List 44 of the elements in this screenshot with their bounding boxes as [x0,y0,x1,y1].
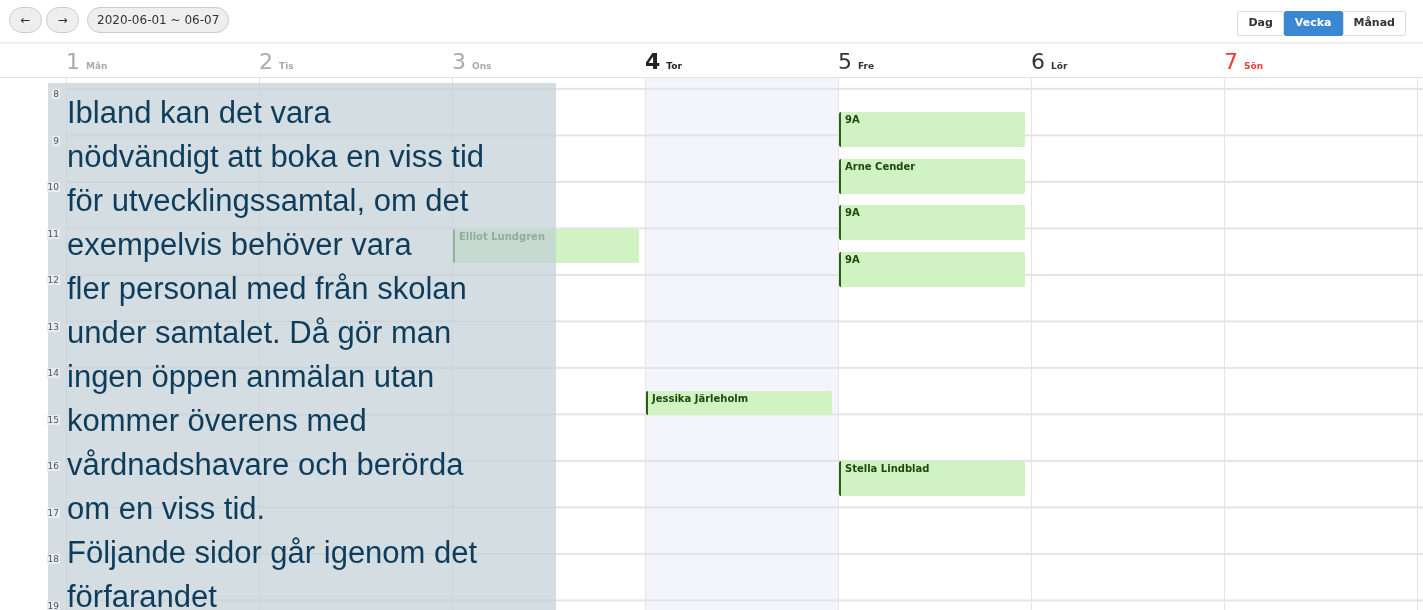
day-number: 5 [838,51,852,73]
day-number: 6 [1031,51,1045,73]
day-number: 7 [1224,51,1238,73]
overlay-text-line: om en viss tid. [67,490,266,528]
view-tab[interactable]: Dag [1237,11,1284,36]
event-block[interactable]: Jessika Järleholm [646,391,832,415]
overlay-text-line: förfarandet [67,578,217,610]
weekday-label: Ons [472,59,492,73]
event-block[interactable]: 9A [839,251,1025,287]
overlay-text-line: under samtalet. Då gör man [67,314,452,352]
overlay-text-line: ingen öppen anmälan utan [67,358,435,396]
hour-label: 14 [46,368,60,378]
overlay-text-line: nödvändigt att boka en viss tid [67,138,485,176]
event-block[interactable]: 9A [839,112,1025,148]
overlay-text-line: exempelvis behöver vara [67,226,412,264]
overlay-text-line: fler personal med från skolan [67,270,467,308]
view-tab[interactable]: Vecka [1283,11,1343,36]
hour-label: 8 [52,89,60,99]
overlay-text-line: kommer överens med [67,402,367,440]
weekday-label: Lör [1051,59,1068,73]
date-range-button[interactable]: 2020-06-01 ~ 06-07 [87,7,230,33]
weekday-label: Mån [86,59,108,73]
event-block[interactable]: Stella Lindblad [839,461,1025,496]
day-number: 2 [259,51,273,73]
weekday-label: Sön [1244,59,1264,73]
overlay-text-line: för utvecklingssamtal, om det [67,182,469,220]
hour-label: 16 [46,461,60,471]
previous-button[interactable]: ← [9,7,42,33]
weekday-label: Tis [279,59,294,73]
overlay-text-line: vårdnadshavare och berörda [67,446,464,484]
overlay-text-line: Ibland kan det vara [67,94,331,132]
overlay-text-line: Följande sidor går igenom det [67,534,478,572]
hour-label: 18 [46,554,60,564]
event-block[interactable]: 9A [839,205,1025,241]
weekday-label: Tor [666,59,682,73]
weekday-label: Fre [858,59,875,73]
next-button[interactable]: → [46,7,79,33]
hour-label: 12 [46,275,60,285]
view-tab[interactable]: Månad [1342,11,1406,36]
event-block[interactable]: Arne Cender [839,158,1025,194]
day-number: 1 [66,51,80,73]
hour-label: 10 [46,182,60,192]
day-number: 3 [452,51,466,73]
day-number: 4 [645,51,661,73]
